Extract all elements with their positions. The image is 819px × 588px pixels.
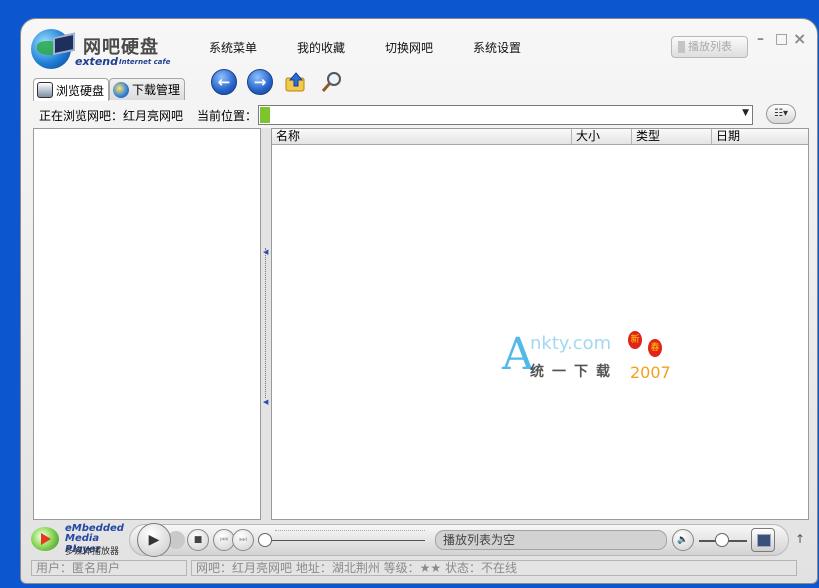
splitter-grip [265,248,267,398]
player-brand: eMbedded Media Player 多媒体播放器 [31,523,124,557]
forward-button[interactable]: → [247,69,273,95]
main-window: 网吧硬盘 extend Internet cafe 系统菜单 我的收藏 切换网吧… [20,18,818,584]
close-icon[interactable]: × [793,29,806,48]
arrow-left-icon: ← [217,73,231,91]
watermark-year: 2007 [630,363,671,382]
lantern-icon: 新 [628,331,642,349]
location-indicator [260,107,270,123]
tab-label: 下载管理 [132,83,181,97]
watermark-url: nkty.com [530,333,612,354]
arrow-right-icon: → [253,73,267,91]
seek-ticks [275,530,425,531]
menu-settings[interactable]: 系统设置 [473,39,561,56]
browsing-cafe-label: 正在浏览网吧：红月亮网吧 [39,109,184,123]
location-label: 当前位置： [197,109,258,123]
watermark-logo: A nkty.com 统一下载 新 春 2007 [502,329,682,399]
up-folder-button[interactable] [283,69,309,95]
toolbar: ← → [211,69,345,95]
chevron-down-icon[interactable]: ▼ [742,108,749,118]
location-bar: 正在浏览网吧：红月亮网吧 当前位置： ▼ ☷▾ [39,104,809,126]
tab-download-manager[interactable]: 下载管理 [109,78,186,100]
stop-icon: ■ [193,535,203,545]
lantern-icon-2: 春 [648,339,662,357]
arrow-up-icon[interactable]: ↑ [795,532,805,546]
menu-switch-cafe[interactable]: 切换网吧 [385,39,473,56]
status-cafe-info: 网吧：红月亮网吧 地址：湖北荆州 等级：★★ 状态：不在线 [191,560,797,576]
download-globe-icon [113,81,130,98]
list-view-icon: ☷▾ [774,108,788,119]
pane-splitter[interactable]: ◀ ◀ [261,128,271,520]
play-icon: ▶ [148,532,160,548]
back-button[interactable]: ← [211,69,237,95]
play-button[interactable]: ▶ [137,523,171,557]
previous-icon: ⏮ [219,535,229,545]
player-status: 播放列表为空 [435,530,667,550]
stop-button[interactable]: ■ [187,529,209,551]
status-user: 用户：匿名用户 [31,560,187,576]
location-combo[interactable]: ▼ [258,105,753,125]
column-date[interactable]: 日期 [712,129,808,144]
mute-button[interactable]: 🔈 [672,529,694,551]
status-bar: 用户：匿名用户 网吧：红月亮网吧 地址：湖北荆州 等级：★★ 状态：不在线 [31,560,811,576]
menu-system[interactable]: 系统菜单 [209,39,297,56]
main-menu: 系统菜单 我的收藏 切换网吧 系统设置 [209,39,561,56]
tab-label: 浏览硬盘 [56,83,105,98]
media-player-logo-icon [31,527,59,551]
folder-up-icon [285,72,305,92]
playlist-button-label: 播放列表 [688,40,732,53]
file-list-pane[interactable]: 名称 大小 类型 日期 A nkty.com 统一下载 新 春 2007 [271,128,809,520]
next-icon: ⏭ [238,535,248,545]
fullscreen-button[interactable] [751,528,775,552]
monitor-icon [53,32,75,56]
menu-favorites[interactable]: 我的收藏 [297,39,385,56]
watermark-letter: A [502,329,534,380]
tab-strip: 浏览硬盘 下载管理 [33,78,186,101]
collapse-left-icon-2[interactable]: ◀ [263,398,268,406]
app-subtitle: extend [75,55,118,68]
app-subtitle-small: Internet cafe [119,58,171,66]
tab-browse-disk[interactable]: 浏览硬盘 [33,78,110,101]
view-mode-button[interactable]: ☷▾ [766,104,796,124]
seek-slider-handle[interactable] [258,533,272,547]
playlist-icon [678,41,685,53]
next-button[interactable]: ⏭ [232,529,254,551]
file-list-header: 名称 大小 类型 日期 [272,129,808,145]
app-logo: 网吧硬盘 extend Internet cafe [29,25,179,73]
media-player-bar: eMbedded Media Player 多媒体播放器 ▶ ■ ⏮ ⏭ 播放列… [27,521,813,557]
speaker-icon: 🔈 [677,535,689,545]
magnifier-icon [321,72,341,92]
column-name[interactable]: 名称 [272,129,572,144]
volume-slider-handle[interactable] [715,533,729,547]
seek-track[interactable] [265,540,425,541]
computer-icon [37,82,53,98]
folder-tree-pane[interactable] [33,128,261,520]
minimize-icon[interactable]: – [757,31,764,47]
player-brand-line3: 多媒体播放器 [65,547,120,557]
playlist-button[interactable]: 播放列表 [671,36,748,58]
column-size[interactable]: 大小 [572,129,632,144]
restore-icon[interactable]: □ [775,31,788,47]
search-button[interactable] [319,69,345,95]
column-type[interactable]: 类型 [632,129,712,144]
watermark-cn: 统一下载 [530,364,618,380]
